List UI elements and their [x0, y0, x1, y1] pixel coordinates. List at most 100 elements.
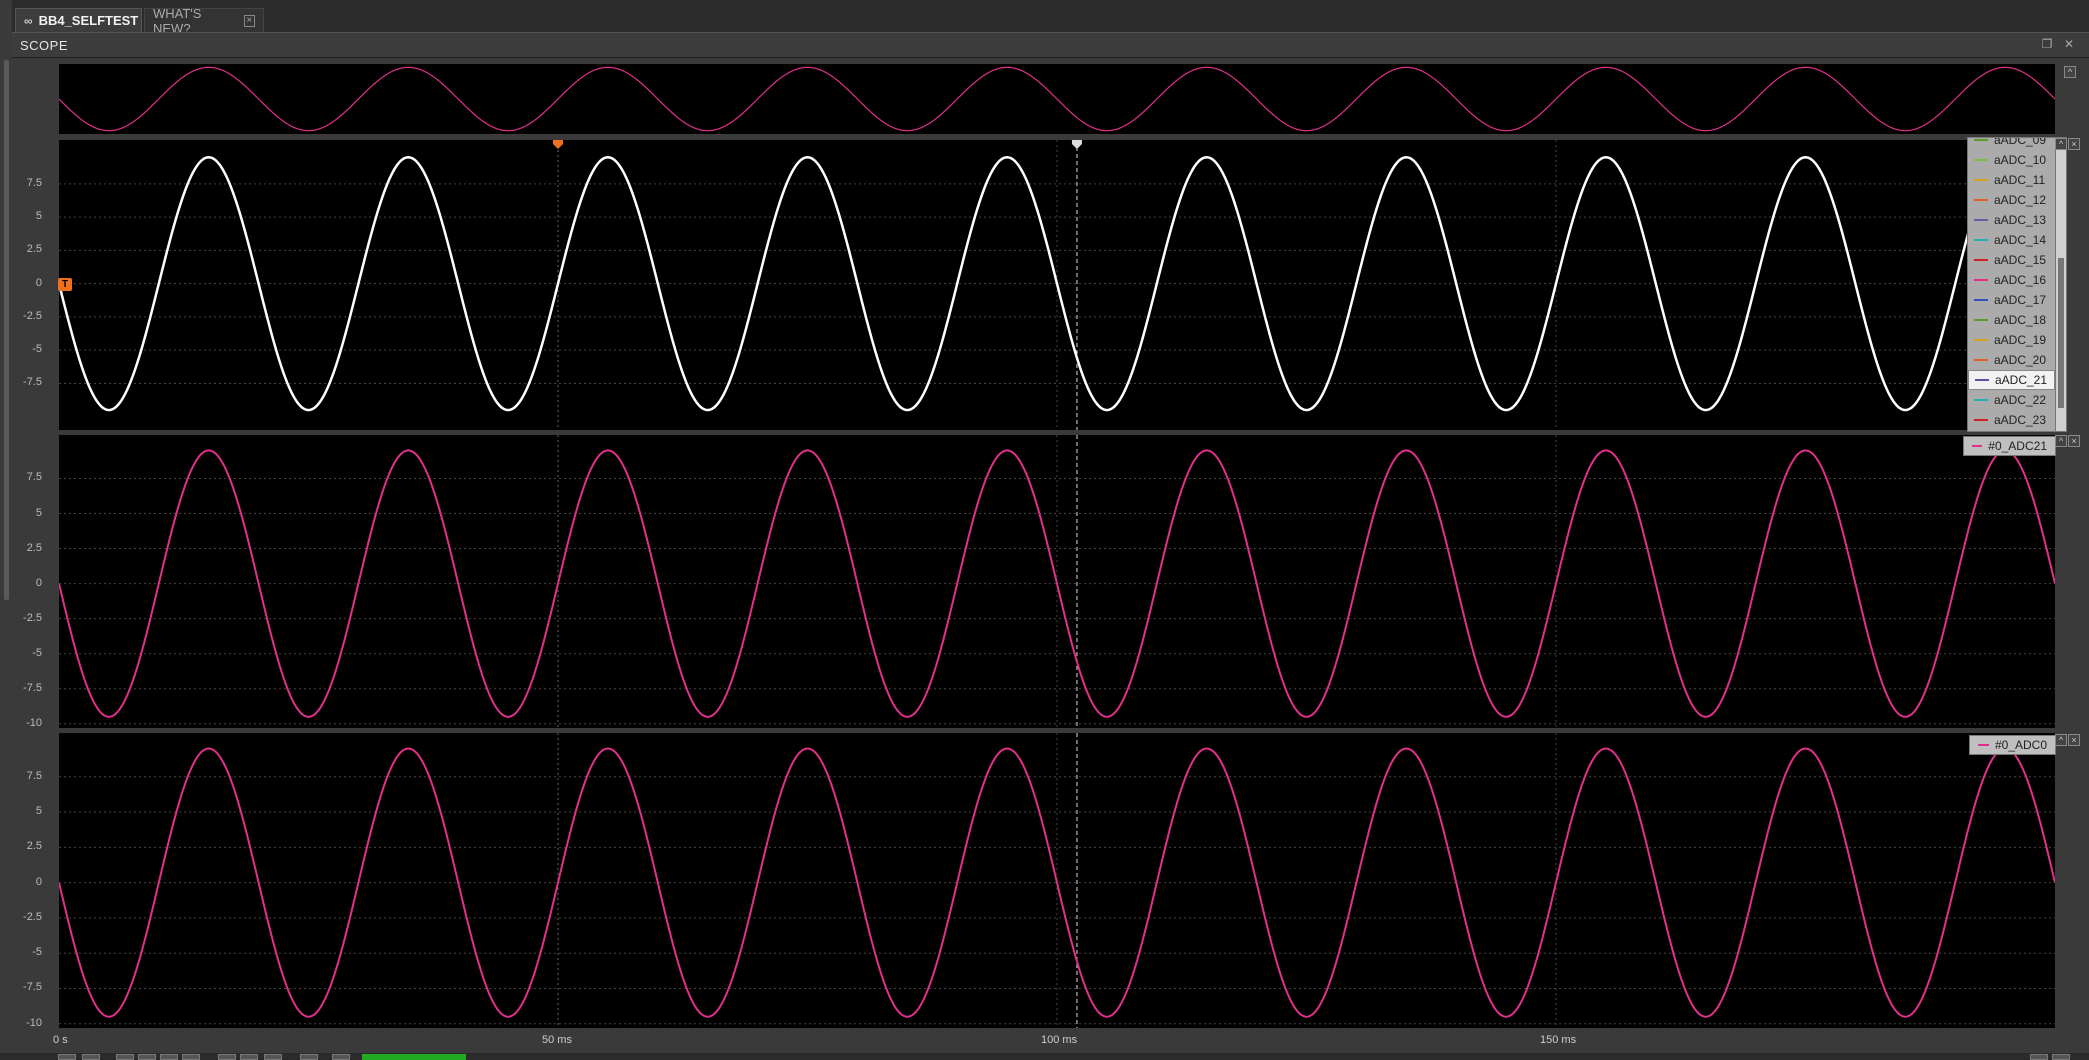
- y-tick-label: -10: [26, 1016, 42, 1029]
- scroll-up-icon[interactable]: ^: [2055, 138, 2067, 150]
- toolbar-button[interactable]: [182, 1054, 200, 1060]
- y-tick-label: 2.5: [26, 243, 42, 256]
- channel-color-swatch: [1974, 339, 1988, 341]
- y-tick-label: -2.5: [23, 309, 42, 322]
- toolbar-button[interactable]: [240, 1054, 258, 1060]
- legend-swatch: [1978, 744, 1989, 746]
- trigger-marker[interactable]: T: [58, 278, 72, 291]
- channel-color-swatch: [1974, 319, 1988, 321]
- channel-color-swatch: [1974, 259, 1988, 261]
- channel-list[interactable]: aADC_09 aADC_10 aADC_11 aADC_12 aADC_13 aADC_…: [1967, 137, 2056, 432]
- channel-list-item[interactable]: aADC_15: [1968, 250, 2055, 270]
- channel-list-item[interactable]: aADC_21: [1968, 370, 2055, 390]
- left-scrollbar[interactable]: [4, 60, 9, 600]
- scroll-thumb[interactable]: [2058, 258, 2064, 408]
- cursor-handle[interactable]: [1071, 140, 1082, 149]
- toolbar-button[interactable]: [264, 1054, 282, 1060]
- channel-list-item[interactable]: aADC_13: [1968, 210, 2055, 230]
- channel-list-item[interactable]: aADC_10: [1968, 150, 2055, 170]
- plot-2[interactable]: [59, 435, 2055, 728]
- scroll-up-icon[interactable]: ^: [2055, 435, 2067, 447]
- channel-list-item[interactable]: aADC_23: [1968, 410, 2055, 430]
- channel-label: aADC_22: [1994, 393, 2047, 407]
- x-tick-label: 0 s: [53, 1034, 68, 1046]
- toolbar-button[interactable]: [332, 1054, 350, 1060]
- y-tick-label: 0: [35, 576, 42, 589]
- channel-label: aADC_16: [1994, 273, 2047, 287]
- y-tick-label: 2.5: [26, 840, 42, 853]
- tab-label: WHAT'S NEW?: [153, 5, 202, 36]
- channel-color-swatch: [1974, 139, 1988, 141]
- legend-plot-2[interactable]: #0_ADC21: [1963, 436, 2056, 456]
- y-tick-label: 5: [35, 506, 42, 519]
- cursor-handle[interactable]: [553, 140, 563, 149]
- channel-list-item[interactable]: aADC_18: [1968, 310, 2055, 330]
- channel-color-swatch: [1974, 199, 1988, 201]
- channel-label: aADC_21: [1995, 373, 2048, 387]
- progress-bar: [362, 1054, 466, 1060]
- overview-plot[interactable]: [59, 64, 2055, 134]
- channel-list-item[interactable]: aADC_19: [1968, 330, 2055, 350]
- scroll-up-icon[interactable]: ^: [2055, 734, 2067, 746]
- tab-label: BB4_SELFTEST: [38, 13, 139, 28]
- channel-label: aADC_19: [1994, 333, 2047, 347]
- toolbar-button[interactable]: [116, 1054, 134, 1060]
- channel-list-item[interactable]: aADC_14: [1968, 230, 2055, 250]
- channel-color-swatch: [1974, 299, 1988, 301]
- close-icon[interactable]: ×: [2068, 435, 2080, 447]
- channel-list-item[interactable]: aADC_12: [1968, 190, 2055, 210]
- close-icon[interactable]: ×: [2068, 734, 2080, 746]
- x-tick-label: 50 ms: [542, 1034, 572, 1046]
- channel-color-swatch: [1974, 239, 1988, 241]
- channel-label: aADC_15: [1994, 253, 2047, 267]
- y-tick-label: -5: [32, 646, 42, 659]
- channel-list-item[interactable]: aADC_17: [1968, 290, 2055, 310]
- channel-label: aADC_14: [1994, 233, 2047, 247]
- y-tick-label: -2.5: [23, 910, 42, 923]
- tab-whats-new[interactable]: WHAT'S NEW? ×: [144, 6, 264, 36]
- overview-series-line: [59, 66, 2055, 132]
- bottom-toolbar: [0, 1053, 2089, 1060]
- channel-color-swatch: [1975, 379, 1989, 381]
- toolbar-button[interactable]: [160, 1054, 178, 1060]
- y-tick-label: 0: [35, 875, 42, 888]
- channel-list-item[interactable]: aADC_22: [1968, 390, 2055, 410]
- channel-color-swatch: [1974, 419, 1988, 421]
- toolbar-button[interactable]: [138, 1054, 156, 1060]
- toolbar-button[interactable]: [2052, 1054, 2070, 1060]
- plot-3[interactable]: [59, 733, 2055, 1028]
- channel-color-swatch: [1974, 359, 1988, 361]
- channel-list-scrollbar[interactable]: [2055, 137, 2067, 432]
- tab-bb4-selftest[interactable]: ∞ BB4_SELFTEST: [15, 8, 142, 32]
- toolbar-button[interactable]: [300, 1054, 318, 1060]
- channel-color-swatch: [1974, 279, 1988, 281]
- collapse-icon[interactable]: ^: [2064, 66, 2076, 78]
- restore-icon[interactable]: ❐: [2040, 37, 2054, 51]
- channel-list-item[interactable]: aADC_20: [1968, 350, 2055, 370]
- scope-panel-header: SCOPE ❐ ✕: [12, 32, 2089, 58]
- channel-color-swatch: [1974, 399, 1988, 401]
- y-tick-label: -10: [26, 716, 42, 729]
- y-tick-label: 7.5: [26, 769, 42, 782]
- channel-list-item[interactable]: aADC_11: [1968, 170, 2055, 190]
- channel-label: aADC_20: [1994, 353, 2047, 367]
- channel-label: aADC_13: [1994, 213, 2047, 227]
- close-icon[interactable]: ×: [243, 14, 255, 27]
- x-tick-label: 150 ms: [1540, 1034, 1577, 1046]
- close-icon[interactable]: ✕: [2062, 37, 2076, 51]
- toolbar-button[interactable]: [58, 1054, 76, 1060]
- plot-1[interactable]: [59, 140, 2055, 430]
- close-icon[interactable]: ×: [2068, 138, 2080, 150]
- channel-label: aADC_11: [1994, 173, 2046, 187]
- channel-list-item[interactable]: aADC_16: [1968, 270, 2055, 290]
- panel-title: SCOPE: [20, 38, 69, 53]
- channel-label: aADC_23: [1994, 413, 2047, 427]
- legend-swatch: [1972, 445, 1983, 447]
- toolbar-button[interactable]: [218, 1054, 236, 1060]
- channel-label: aADC_12: [1994, 193, 2047, 207]
- toolbar-button[interactable]: [2030, 1054, 2048, 1060]
- x-tick-label: 100 ms: [1041, 1034, 1078, 1046]
- legend-plot-3[interactable]: #0_ADC0: [1969, 735, 2056, 755]
- channel-list-item[interactable]: aADC_09: [1968, 138, 2055, 150]
- toolbar-button[interactable]: [82, 1054, 100, 1060]
